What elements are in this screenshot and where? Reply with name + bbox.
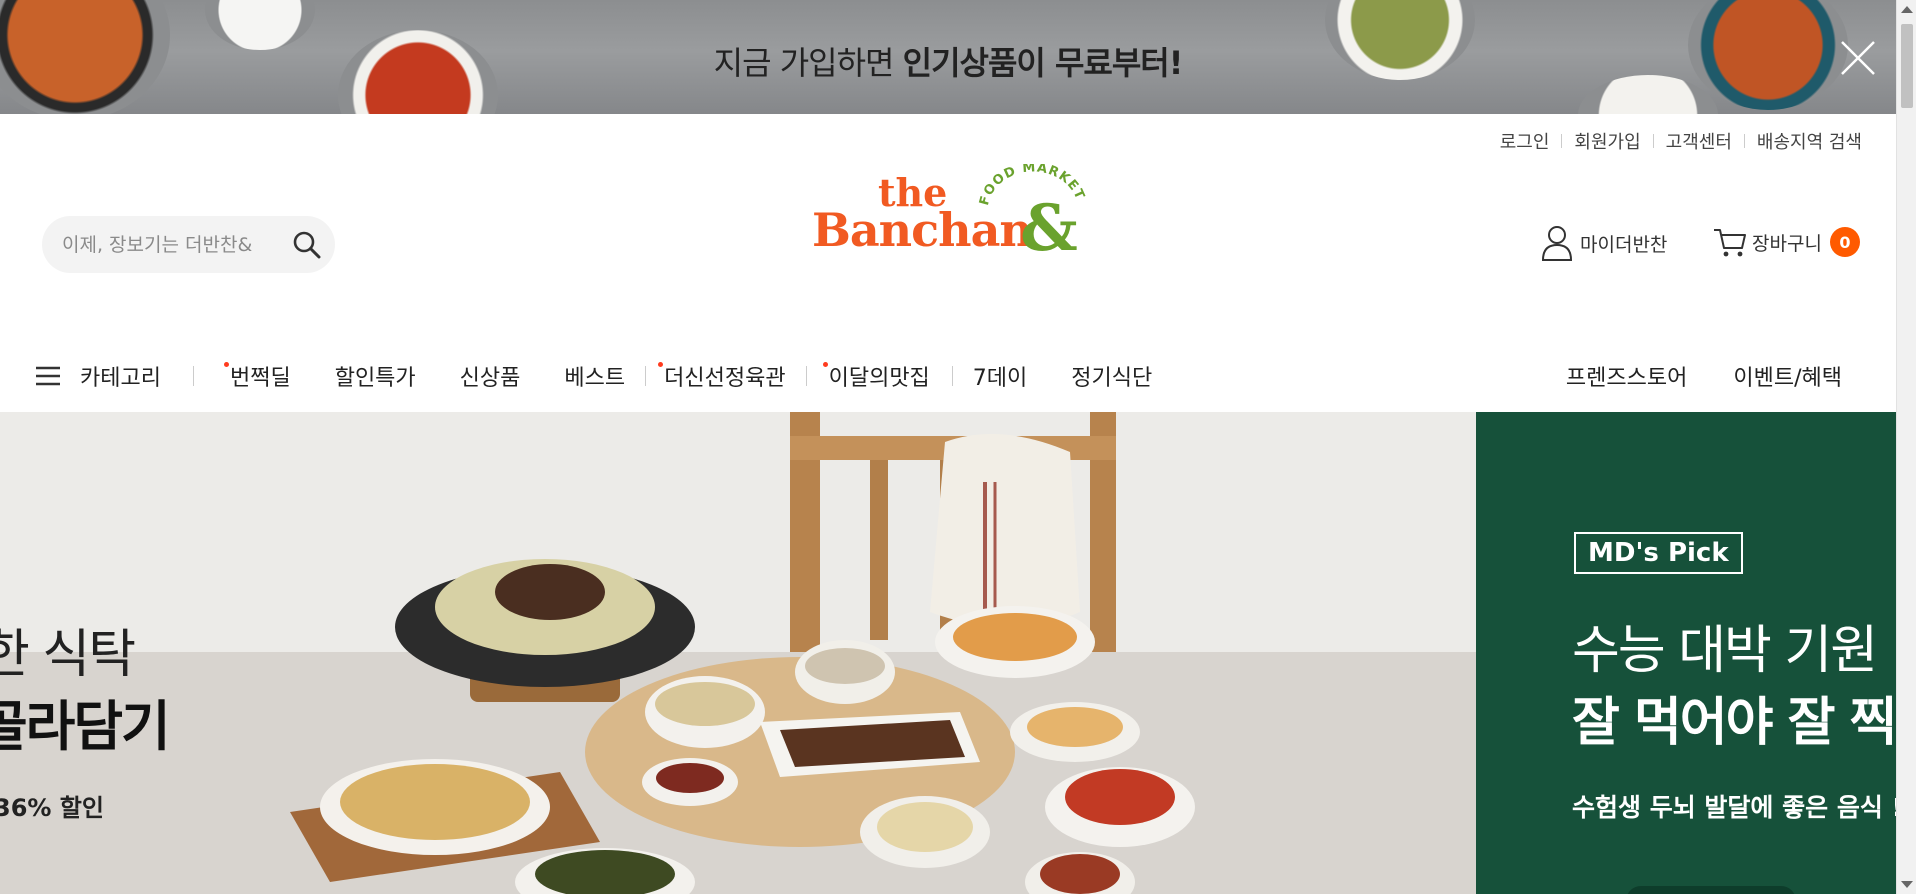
- nav-item-fresh-meat[interactable]: 더신선정육관: [658, 360, 786, 392]
- nav-divider: [192, 366, 194, 386]
- nav-divider: [805, 366, 807, 386]
- customer-center-link[interactable]: 고객센터: [1666, 128, 1732, 154]
- divider: [1743, 134, 1745, 148]
- nav-divider: [645, 366, 647, 386]
- my-banchan-label: 마이더반찬: [1580, 233, 1668, 256]
- nav-item-friends-store[interactable]: 프렌즈스토어: [1566, 360, 1687, 392]
- category-label: 카테고리: [80, 366, 161, 391]
- main-nav: 카테고리 번쩍딜 할인특가 신상품 베스트 더신선정육관 이달의맛집 7데이 정…: [0, 340, 1896, 412]
- page-scrollbar[interactable]: [1896, 0, 1916, 894]
- nav-divider: [951, 366, 953, 386]
- signup-link[interactable]: 회원가입: [1574, 128, 1640, 154]
- nav-item-7day[interactable]: 7데이: [973, 360, 1027, 392]
- nav-item-flash-deal[interactable]: 번쩍딜: [223, 360, 291, 392]
- cart-label: 장바구니: [1752, 232, 1822, 255]
- hero-heading-line2: 골라담기: [0, 695, 171, 758]
- divider: [1652, 134, 1654, 148]
- hero-food-image: [290, 412, 1195, 894]
- scroll-thumb[interactable]: [1901, 24, 1913, 108]
- cart-count-badge: 0: [1829, 227, 1860, 257]
- hero-slide-main[interactable]: 한 식탁 골라담기 36% 할인: [0, 412, 1476, 894]
- logo-banchan-text: Banchan: [812, 203, 1032, 257]
- login-link[interactable]: 로그인: [1500, 128, 1550, 154]
- side-heading-line2: 잘 먹어야 잘 찍: [1572, 693, 1896, 753]
- side-heading-line1: 수능 대박 기원: [1572, 621, 1878, 681]
- cart-button[interactable]: 장바구니 0: [1712, 224, 1860, 260]
- category-menu-button[interactable]: 카테고리: [34, 360, 161, 392]
- md-pick-badge: MD's Pick: [1574, 532, 1743, 574]
- nav-item-best[interactable]: 베스트: [564, 360, 625, 392]
- my-banchan-button[interactable]: 마이더반찬: [1540, 224, 1667, 262]
- nav-item-new[interactable]: 신상품: [460, 360, 521, 392]
- search-input[interactable]: [62, 233, 282, 256]
- nav-item-meal-plan[interactable]: 정기식단: [1071, 360, 1152, 392]
- scroll-up-icon[interactable]: [1901, 6, 1913, 13]
- delivery-area-search-link[interactable]: 배송지역 검색: [1757, 128, 1862, 154]
- search-bar: [42, 216, 335, 273]
- search-icon[interactable]: [291, 229, 323, 261]
- user-icon: [1541, 226, 1573, 261]
- scroll-down-icon[interactable]: [1901, 881, 1913, 888]
- promo-banner[interactable]: 지금 가입하면 인기상품이 무료부터!: [0, 0, 1896, 114]
- promo-text: 지금 가입하면 인기상품이 무료부터!: [713, 44, 1184, 82]
- hero-slide-side[interactable]: MD's Pick 수능 대박 기원 잘 먹어야 잘 찍 수험생 두뇌 발달에 …: [1476, 412, 1896, 894]
- divider: [1561, 134, 1563, 148]
- logo-amp-text: &: [1020, 191, 1078, 264]
- banchan-logo[interactable]: the Banchan & FOOD MARKET: [808, 164, 1088, 264]
- nav-item-events[interactable]: 이벤트/혜택: [1733, 360, 1842, 392]
- close-icon[interactable]: [1830, 30, 1886, 86]
- nav-right: 프렌즈스토어 이벤트/혜택: [1566, 360, 1842, 392]
- hero-heading-line1: 한 식탁: [0, 625, 136, 685]
- hamburger-icon: [36, 366, 60, 386]
- side-subtext: 수험생 두뇌 발달에 좋은 음식 !: [1572, 793, 1896, 822]
- nav-item-monthly-restaurant[interactable]: 이달의맛집: [822, 360, 930, 392]
- hero-carousel: 한 식탁 골라담기 36% 할인 MD's Pick 수능 대박 기원 잘 먹어…: [0, 412, 1896, 894]
- cart-icon: [1714, 229, 1746, 257]
- nav-item-discount[interactable]: 할인특가: [335, 360, 416, 392]
- utility-links: 로그인 회원가입 고객센터 배송지역 검색: [1500, 128, 1862, 154]
- hero-discount-text: 36% 할인: [0, 794, 104, 822]
- side-cta-button[interactable]: [1626, 886, 1796, 894]
